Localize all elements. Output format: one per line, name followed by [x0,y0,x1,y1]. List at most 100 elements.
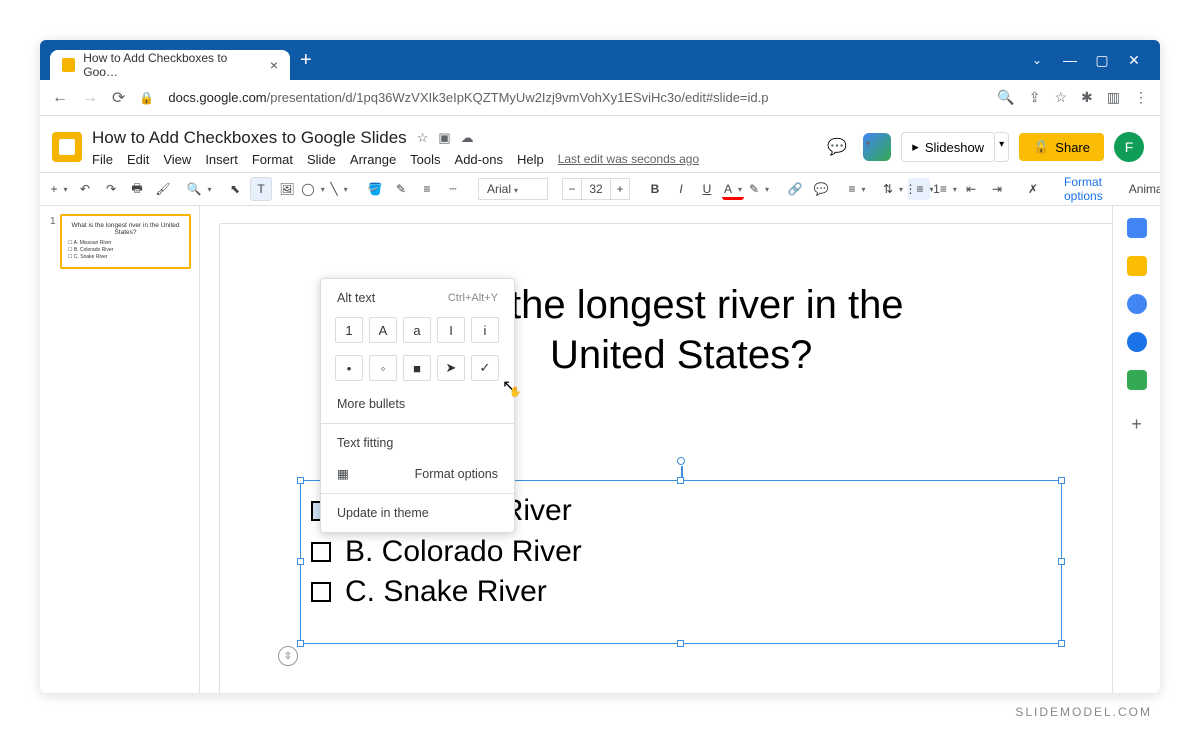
menu-tools[interactable]: Tools [410,152,440,167]
ctx-text-fitting[interactable]: Text fitting [321,428,514,458]
menu-arrange[interactable]: Arrange [350,152,396,167]
extensions-icon[interactable]: ✱ [1081,89,1093,106]
line-spacing-button[interactable]: ⇅ [882,178,904,200]
menu-view[interactable]: View [163,152,191,167]
slide-canvas[interactable]: the longest river in the United States? … [230,230,1102,683]
num-opt-i[interactable]: i [471,317,499,343]
num-opt-1[interactable]: 1 [335,317,363,343]
bullet-opt-check[interactable]: ✓ [471,355,499,381]
undo-button[interactable]: ↶ [74,178,96,200]
chrome-menu-icon[interactable]: ⋮ [1134,89,1148,106]
menu-insert[interactable]: Insert [205,152,238,167]
maps-icon[interactable] [1127,370,1147,390]
border-weight-button[interactable]: ≡ [416,178,438,200]
keep-icon[interactable] [1127,256,1147,276]
shape-tool[interactable]: ◯ [302,178,324,200]
underline-button[interactable]: U [696,178,718,200]
resize-handle[interactable] [1058,477,1065,484]
num-opt-A[interactable]: A [369,317,397,343]
font-size-value[interactable]: 32 [582,178,610,200]
menu-help[interactable]: Help [517,152,544,167]
text-color-button[interactable]: A [722,178,744,200]
numbered-list-button[interactable]: 1≡ [934,178,956,200]
bullet-opt-square[interactable]: ■ [403,355,431,381]
menu-edit[interactable]: Edit [127,152,149,167]
bookmark-icon[interactable]: ☆ [1054,89,1067,106]
menu-file[interactable]: File [92,152,113,167]
rotate-handle[interactable] [677,457,685,465]
menu-slide[interactable]: Slide [307,152,336,167]
browser-tab[interactable]: How to Add Checkboxes to Goo… × [50,50,290,80]
font-select[interactable]: Arial [478,178,548,200]
font-size-increase[interactable]: + [610,178,630,200]
bulleted-list-button[interactable]: ⋮≡ [908,178,930,200]
num-opt-I[interactable]: I [437,317,465,343]
calendar-icon[interactable] [1127,218,1147,238]
clear-format-button[interactable]: ✗ [1022,178,1044,200]
resize-handle[interactable] [297,640,304,647]
new-slide-button[interactable]: + [48,178,70,200]
italic-button[interactable]: I [670,178,692,200]
share-url-icon[interactable]: ⇪ [1029,89,1041,106]
animate-link[interactable]: Animate [1123,182,1160,196]
comment-history-button[interactable]: 💬 [821,131,853,163]
image-tool[interactable]: 🖼 [276,178,298,200]
bullet-opt-circle[interactable]: ◦ [369,355,397,381]
resize-handle[interactable] [677,640,684,647]
num-opt-a[interactable]: a [403,317,431,343]
bullet-opt-dot[interactable]: • [335,355,363,381]
paint-format-button[interactable]: 🖌 [152,178,174,200]
menu-addons[interactable]: Add-ons [455,152,503,167]
outdent-button[interactable]: ⇤ [960,178,982,200]
ctx-format-options[interactable]: ▦ Format options [321,458,514,489]
answer-c[interactable]: C. Snake River [311,572,1051,613]
move-icon[interactable]: ▣ [438,130,450,146]
new-tab-button[interactable]: + [300,49,312,72]
account-avatar[interactable]: F [1114,132,1144,162]
resize-handle[interactable] [297,477,304,484]
resize-handle[interactable] [677,477,684,484]
slide-title-text[interactable]: the longest river in the United States? [510,280,1102,380]
menu-format[interactable]: Format [252,152,293,167]
format-options-link[interactable]: Format options [1058,175,1109,203]
fill-color-button[interactable]: 🪣 [364,178,386,200]
zoom-button[interactable]: 🔍 [188,178,210,200]
bullet-opt-arrow[interactable]: ➤ [437,355,465,381]
slideshow-dropdown[interactable]: ▾ [995,132,1009,162]
align-button[interactable]: ≡ [846,178,868,200]
bold-button[interactable]: B [644,178,666,200]
slide-panel[interactable]: 1 What is the longest river in the Unite… [40,206,200,693]
add-comment-button[interactable]: 💬 [810,178,832,200]
ctx-update-theme[interactable]: Update in theme [321,498,514,528]
print-button[interactable]: 🖶 [126,175,148,204]
contacts-icon[interactable] [1127,332,1147,352]
slides-logo[interactable] [52,132,82,162]
line-tool[interactable]: ╲ [328,178,350,200]
tab-search-icon[interactable]: ⌄ [1032,53,1042,67]
doc-title[interactable]: How to Add Checkboxes to Google Slides [92,128,407,148]
highlight-button[interactable]: ✎ [748,178,770,200]
maximize-button[interactable]: ▢ [1086,52,1118,69]
share-button[interactable]: 🔒 Share [1019,133,1104,161]
forward-button[interactable]: → [82,89,98,107]
last-edit-link[interactable]: Last edit was seconds ago [558,152,699,166]
insert-link-button[interactable]: 🔗 [784,178,806,200]
add-addon-button[interactable]: + [1131,414,1142,435]
textbox-tool[interactable]: T [250,177,272,201]
ctx-more-bullets[interactable]: More bullets [321,389,514,419]
url-field[interactable]: docs.google.com/presentation/d/1pq36WzVX… [168,90,983,105]
close-tab-icon[interactable]: × [270,57,278,73]
border-color-button[interactable]: ✎ [390,178,412,200]
answer-b[interactable]: B. Colorado River [311,532,1051,573]
minimize-button[interactable]: — [1054,52,1086,68]
zoom-icon[interactable]: 🔍 [997,89,1014,106]
indent-button[interactable]: ⇥ [986,178,1008,200]
star-icon[interactable]: ☆ [417,130,429,146]
slide-thumbnail-1[interactable]: 1 What is the longest river in the Unite… [60,214,191,269]
resize-handle[interactable] [1058,640,1065,647]
slideshow-button[interactable]: ▸ Slideshow [901,132,995,162]
close-window-button[interactable]: ✕ [1118,52,1150,69]
sidepanel-icon[interactable]: ▥ [1107,89,1120,106]
ctx-alt-text[interactable]: Alt textCtrl+Alt+Y [321,283,514,313]
border-dash-button[interactable]: ┄ [442,178,464,200]
